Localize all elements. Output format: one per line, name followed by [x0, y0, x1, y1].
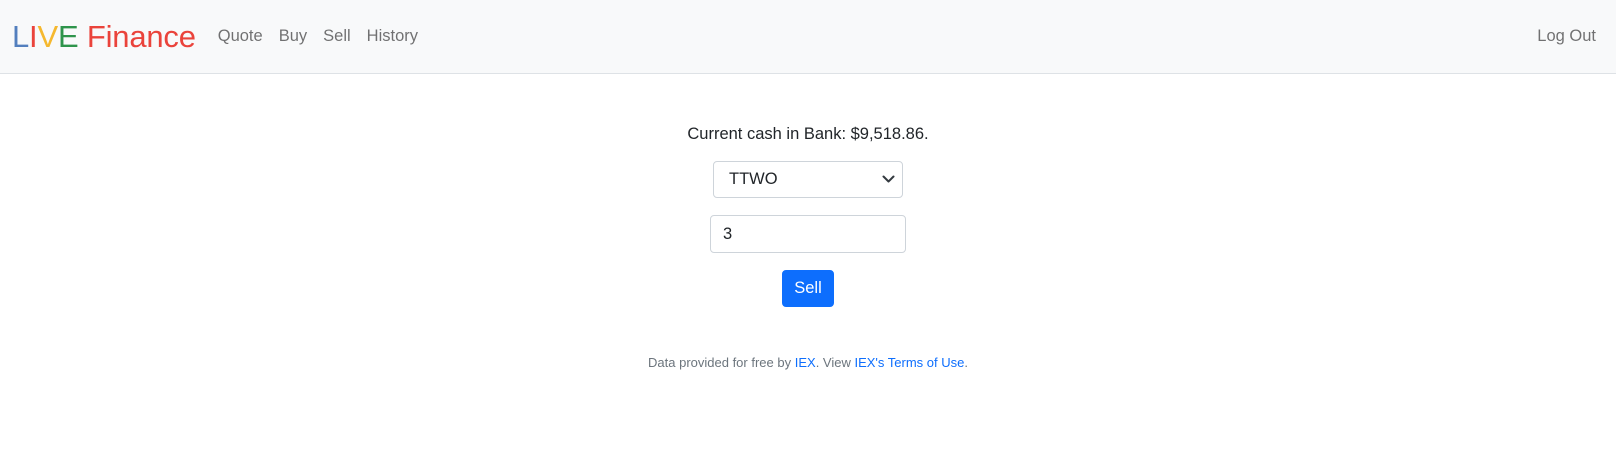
- symbol-select[interactable]: TTWO: [713, 161, 903, 198]
- cash-balance-text: Current cash in Bank: $9,518.86.: [687, 125, 929, 143]
- brand-letter-v: V: [37, 19, 58, 54]
- nav-links: Quote Buy Sell History: [210, 19, 1538, 54]
- chevron-down-icon: [882, 173, 895, 187]
- footer-middle: . View: [815, 355, 855, 370]
- nav-quote-link[interactable]: Quote: [210, 19, 271, 54]
- navbar: LIVE Finance Quote Buy Sell History Log …: [0, 0, 1616, 74]
- brand-logo-link[interactable]: LIVE Finance: [12, 21, 196, 52]
- footer: Data provided for free by IEX. View IEX'…: [0, 355, 1616, 370]
- nav-buy-link[interactable]: Buy: [271, 19, 315, 54]
- sell-form: Current cash in Bank: $9,518.86. TTWO Se…: [0, 74, 1616, 307]
- symbol-select-value: TTWO: [729, 170, 778, 188]
- nav-history-link[interactable]: History: [359, 19, 426, 54]
- logout-link[interactable]: Log Out: [1537, 19, 1596, 53]
- brand-letter-l: L: [12, 19, 30, 54]
- iex-link[interactable]: IEX: [795, 355, 816, 370]
- shares-input[interactable]: [710, 215, 906, 253]
- iex-terms-link[interactable]: IEX's Terms of Use: [854, 355, 964, 370]
- sell-button[interactable]: Sell: [782, 270, 834, 307]
- nav-sell-link[interactable]: Sell: [315, 19, 359, 54]
- nav-right: Log Out: [1537, 27, 1596, 46]
- footer-suffix: .: [964, 355, 968, 370]
- footer-prefix: Data provided for free by: [648, 355, 795, 370]
- brand-letter-e: E: [57, 19, 79, 54]
- brand-finance: Finance: [78, 19, 196, 54]
- brand-letter-i: I: [29, 19, 38, 54]
